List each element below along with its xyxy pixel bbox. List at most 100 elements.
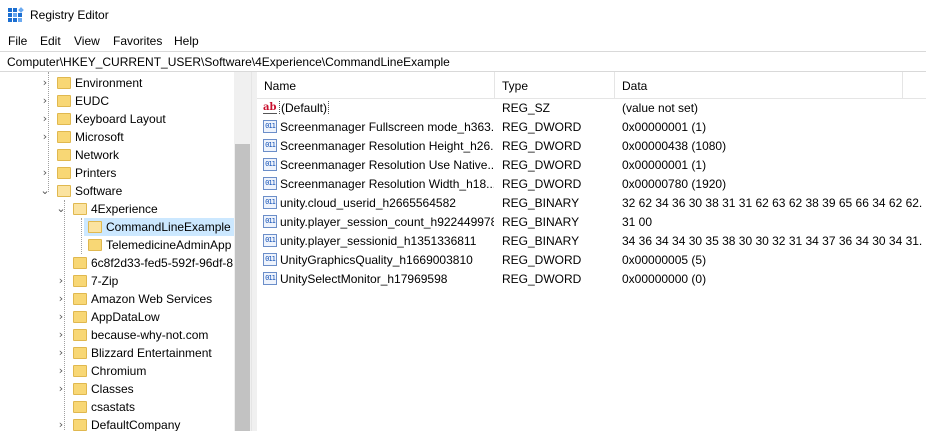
chevron-right-icon[interactable]: ›: [56, 365, 66, 377]
menu-file[interactable]: File: [8, 34, 27, 48]
tree-item-environment[interactable]: › Environment: [0, 74, 236, 92]
tree-item-no-chevron: [40, 149, 50, 161]
folder-icon: [57, 77, 71, 89]
chevron-down-icon[interactable]: ⌄: [56, 203, 66, 215]
folder-icon: [57, 95, 71, 107]
tree-item-telemedicineadminapp[interactable]: TelemedicineAdminApp: [0, 236, 236, 254]
value-data: 31 00: [622, 215, 653, 229]
value-row[interactable]: 011 UnityGraphicsQuality_h1669003810 REG…: [257, 250, 926, 269]
value-name: unity.cloud_userid_h2665564582: [280, 196, 456, 210]
tree-item-label: Environment: [75, 76, 143, 90]
folder-icon: [57, 167, 71, 179]
tree-item-csastats[interactable]: csastats: [0, 398, 236, 416]
value-type: REG_DWORD: [502, 272, 582, 286]
values-list[interactable]: Name Type Data ab (Default) REG_SZ (valu…: [257, 72, 926, 431]
value-name: unity.player_session_count_h922449978: [280, 215, 494, 229]
tree-item-label: Network: [75, 148, 120, 162]
folder-icon: [73, 293, 87, 305]
menu-favorites[interactable]: Favorites: [113, 34, 162, 48]
chevron-right-icon[interactable]: ›: [40, 131, 50, 143]
chevron-right-icon[interactable]: ›: [56, 311, 66, 323]
address-path[interactable]: Computer\HKEY_CURRENT_USER\Software\4Exp…: [7, 55, 450, 69]
value-name: UnityGraphicsQuality_h1669003810: [280, 253, 473, 267]
value-data: 0x00000001 (1): [622, 120, 707, 134]
tree-scrollbar-thumb[interactable]: [235, 144, 250, 431]
menu-edit[interactable]: Edit: [40, 34, 61, 48]
chevron-right-icon[interactable]: ›: [56, 293, 66, 305]
chevron-right-icon[interactable]: ›: [56, 275, 66, 287]
folder-icon: [57, 131, 71, 143]
chevron-right-icon[interactable]: ›: [56, 347, 66, 359]
tree-item-no-chevron: [56, 401, 66, 413]
chevron-right-icon[interactable]: ›: [40, 77, 50, 89]
tree-item-classes[interactable]: › Classes: [0, 380, 236, 398]
tree-item-defaultcompany[interactable]: › DefaultCompany: [0, 416, 236, 431]
tree-item-because-why-not[interactable]: › because-why-not.com: [0, 326, 236, 344]
folder-icon: [88, 239, 102, 251]
value-row[interactable]: 011 Screenmanager Resolution Height_h26.…: [257, 136, 926, 155]
folder-icon: [57, 113, 71, 125]
value-row[interactable]: 011 unity.player_sessionid_h1351336811 R…: [257, 231, 926, 250]
tree-item-commandlineexample[interactable]: CommandLineExample: [84, 218, 234, 236]
value-row[interactable]: ab (Default) REG_SZ (value not set): [257, 98, 926, 117]
value-row[interactable]: 011 unity.player_session_count_h92244997…: [257, 212, 926, 231]
value-row[interactable]: 011 Screenmanager Resolution Width_h18..…: [257, 174, 926, 193]
binary-value-icon: 011: [263, 234, 277, 247]
menu-view[interactable]: View: [74, 34, 100, 48]
chevron-right-icon[interactable]: ›: [56, 329, 66, 341]
tree-item-microsoft[interactable]: › Microsoft: [0, 128, 236, 146]
tree-item-7-zip[interactable]: › 7-Zip: [0, 272, 236, 290]
value-data: 0x00000001 (1): [622, 158, 707, 172]
tree-scrollbar[interactable]: [234, 72, 251, 431]
chevron-down-icon[interactable]: ⌄: [40, 185, 50, 197]
window-title: Registry Editor: [30, 8, 109, 22]
chevron-right-icon[interactable]: ›: [40, 113, 50, 125]
tree-item-network[interactable]: Network: [0, 146, 236, 164]
menu-bar: File Edit View Favorites Help: [0, 31, 926, 51]
tree-item-label: Software: [75, 184, 123, 198]
chevron-right-icon[interactable]: ›: [56, 419, 66, 431]
tree-item-6c8f2d33[interactable]: 6c8f2d33-fed5-592f-96df-8: [0, 254, 236, 272]
value-row[interactable]: 011 UnitySelectMonitor_h17969598 REG_DWO…: [257, 269, 926, 288]
value-data: 0x00000438 (1080): [622, 139, 727, 153]
value-row[interactable]: 011 Screenmanager Resolution Use Native.…: [257, 155, 926, 174]
folder-open-icon: [88, 221, 102, 233]
tree-item-printers[interactable]: › Printers: [0, 164, 236, 182]
menu-help[interactable]: Help: [174, 34, 199, 48]
tree-item-amazon-web-services[interactable]: › Amazon Web Services: [0, 290, 236, 308]
tree-item-label: 6c8f2d33-fed5-592f-96df-8: [91, 256, 234, 270]
value-data: (value not set): [622, 101, 699, 115]
chevron-right-icon[interactable]: ›: [40, 167, 50, 179]
tree-item-blizzard-entertainment[interactable]: › Blizzard Entertainment: [0, 344, 236, 362]
folder-icon: [73, 275, 87, 287]
column-header-type[interactable]: Type: [495, 72, 615, 98]
tree-item-label: because-why-not.com: [91, 328, 209, 342]
tree-item-software[interactable]: ⌄ Software: [0, 182, 236, 200]
key-tree[interactable]: › Environment › EUDC › Keyboard Layout ›…: [0, 72, 251, 431]
tree-item-4experience[interactable]: ⌄ 4Experience: [0, 200, 236, 218]
tree-item-chromium[interactable]: › Chromium: [0, 362, 236, 380]
value-row[interactable]: 011 Screenmanager Fullscreen mode_h363..…: [257, 117, 926, 136]
folder-open-icon: [73, 203, 87, 215]
value-type: REG_DWORD: [502, 139, 582, 153]
chevron-right-icon[interactable]: ›: [56, 383, 66, 395]
tree-item-eudc[interactable]: › EUDC: [0, 92, 236, 110]
binary-value-icon: 011: [263, 253, 277, 266]
tree-item-appdatalow[interactable]: › AppDataLow: [0, 308, 236, 326]
value-type: REG_DWORD: [502, 253, 582, 267]
chevron-right-icon[interactable]: ›: [40, 95, 50, 107]
tree-item-no-chevron: [56, 257, 66, 269]
folder-icon: [73, 419, 87, 431]
column-header-name[interactable]: Name: [257, 72, 495, 98]
value-name: (Default): [279, 101, 330, 115]
column-header-data[interactable]: Data: [615, 72, 903, 98]
registry-editor-icon: [8, 7, 24, 24]
value-row[interactable]: 011 unity.cloud_userid_h2665564582 REG_B…: [257, 193, 926, 212]
tree-item-label: Chromium: [91, 364, 147, 378]
folder-icon: [73, 329, 87, 341]
tree-item-keyboard-layout[interactable]: › Keyboard Layout: [0, 110, 236, 128]
folder-icon: [57, 149, 71, 161]
value-data: 0x00000780 (1920): [622, 177, 727, 191]
address-bar[interactable]: Computer\HKEY_CURRENT_USER\Software\4Exp…: [0, 51, 926, 72]
folder-icon: [73, 401, 87, 413]
